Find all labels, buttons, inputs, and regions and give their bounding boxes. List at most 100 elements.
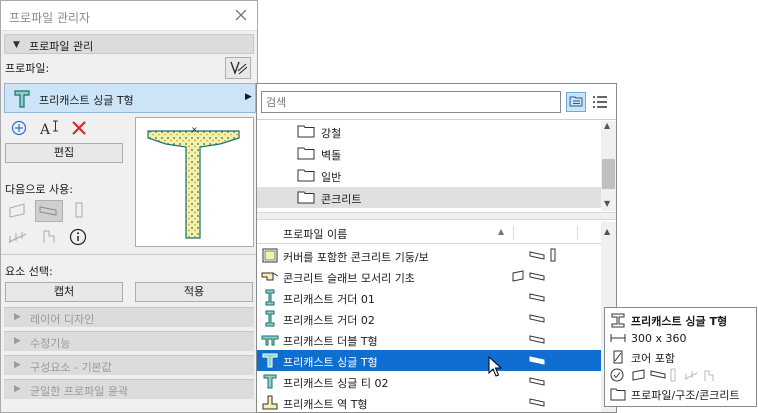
tooltip-size: 300 x 360 xyxy=(631,332,687,345)
folder-label: 콘크리트 xyxy=(321,193,362,206)
column-use-icon[interactable] xyxy=(73,201,85,219)
list-item-selected[interactable]: 프리캐스트 싱글 T형 xyxy=(257,350,601,371)
stair-use-icon[interactable] xyxy=(41,227,57,245)
profile-label: 프로파일: xyxy=(5,62,50,75)
section-uniform-contour[interactable]: ▶ 균일한 프로파일 윤곽 xyxy=(4,379,254,399)
tooltip-path: 프로파일/구조/콘크리트 xyxy=(631,389,740,402)
folder-view-toggle[interactable] xyxy=(566,92,586,112)
section-layer-design[interactable]: ▶ 레이어 디자인 xyxy=(4,307,254,327)
beam-use-icon xyxy=(650,370,666,379)
girder-icon xyxy=(265,310,275,327)
dimension-icon xyxy=(610,334,626,342)
list-item[interactable]: 프리캐스트 싱글 티 02 xyxy=(257,371,601,392)
folder-icon xyxy=(297,125,315,138)
chevron-right-icon: ▶ xyxy=(14,312,21,322)
beam-use-icon xyxy=(529,398,545,407)
section-label: 프로파일 관리 xyxy=(29,40,94,53)
add-profile-icon[interactable] xyxy=(11,120,27,136)
railing-use-icon xyxy=(684,371,698,380)
single-t-icon xyxy=(262,353,278,368)
list-item[interactable]: 프리캐스트 거더 01 xyxy=(257,287,601,308)
use-as-label: 다음으로 사용: xyxy=(5,183,73,196)
folder-item[interactable]: 벽돌 xyxy=(257,143,601,164)
column-divider xyxy=(577,226,578,240)
list-item-label: 프리캐스트 싱글 T형 xyxy=(283,356,378,369)
folder-label: 일반 xyxy=(321,171,342,184)
beam-use-icon xyxy=(529,356,545,365)
scroll-down-icon[interactable]: ▼ xyxy=(604,199,610,208)
beam-use-icon xyxy=(529,251,545,260)
railing-use-icon[interactable] xyxy=(7,228,29,246)
profile-manager-panel: 프로파일 관리자 ▼ 프로파일 관리 프로파일: 프리캐스트 싱글 T형 ▶ A… xyxy=(0,0,258,413)
list-header[interactable]: 프로파일 이름 ▲ xyxy=(257,222,601,244)
profile-tool-icon xyxy=(230,61,248,75)
girder-icon xyxy=(265,289,275,306)
column-use-icon xyxy=(670,368,676,382)
single-t-preview-icon: × xyxy=(147,125,240,239)
chevron-right-icon: ▶ xyxy=(245,92,252,102)
core-icon xyxy=(613,350,623,364)
list-item-label: 프리캐스트 더블 T형 xyxy=(283,335,378,348)
beam-use-icon xyxy=(39,206,57,216)
column-header-name: 프로파일 이름 xyxy=(283,228,348,241)
list-item[interactable]: 프리캐스트 거더 02 xyxy=(257,308,601,329)
folder-icon xyxy=(297,191,315,204)
section-label: 레이어 디자인 xyxy=(30,313,95,326)
folder-tree: 강철 벽돌 일반 콘크리트 ▲ ▼ xyxy=(257,121,616,211)
list-item-label: 커버를 포함한 콘크리트 기둥/보 xyxy=(283,251,429,264)
beam-use-toggle[interactable] xyxy=(35,200,63,222)
list-item-label: 프리캐스트 역 T형 xyxy=(283,398,368,411)
scroll-thumb[interactable] xyxy=(602,159,615,189)
splitter[interactable] xyxy=(257,212,616,220)
selected-profile-dropdown[interactable]: 프리캐스트 싱글 T형 ▶ xyxy=(4,83,256,113)
section-label: 구성요소 - 기본값 xyxy=(30,361,112,374)
folder-item-selected[interactable]: 콘크리트 xyxy=(257,187,601,208)
tooltip-title: 프리캐스트 싱글 T형 xyxy=(631,315,728,328)
delete-icon[interactable] xyxy=(71,120,87,136)
apply-button[interactable]: 적용 xyxy=(135,282,253,302)
beam-use-icon xyxy=(529,377,545,386)
edit-button[interactable]: 편집 xyxy=(5,143,123,163)
folder-icon xyxy=(610,388,626,401)
close-icon[interactable] xyxy=(233,7,249,23)
info-icon[interactable] xyxy=(69,228,87,246)
capture-button[interactable]: 캡처 xyxy=(5,282,123,302)
scroll-up-icon[interactable]: ▲ xyxy=(604,121,610,130)
list-item[interactable]: 콘크리트 슬래브 모서리 기초 xyxy=(257,266,601,287)
list-item-label: 프리캐스트 거더 02 xyxy=(283,314,375,327)
section-label: 균일한 프로파일 윤곽 xyxy=(30,385,129,398)
profile-browser-popup: 강철 벽돌 일반 콘크리트 ▲ ▼ 프로파일 이름 ▲ 커버를 포함한 콘크리트… xyxy=(256,83,617,413)
wall-use-icon xyxy=(632,369,645,381)
double-t-icon xyxy=(261,335,279,346)
folder-item[interactable]: 일반 xyxy=(257,165,601,186)
column-hatch-icon xyxy=(262,248,278,263)
folder-label: 강철 xyxy=(321,127,342,140)
column-divider xyxy=(513,226,514,240)
chevron-right-icon: ▶ xyxy=(14,384,21,394)
tree-scrollbar[interactable]: ▲ ▼ xyxy=(601,121,616,211)
wall-use-icon[interactable] xyxy=(7,201,29,219)
wall-use-icon xyxy=(512,270,524,282)
scroll-up-icon[interactable]: ▲ xyxy=(604,227,610,236)
chevron-down-icon: ▼ xyxy=(13,40,20,50)
profile-list: 커버를 포함한 콘크리트 기둥/보 콘크리트 슬래브 모서리 기초 프리캐스트 … xyxy=(257,245,601,413)
profile-tool-button[interactable] xyxy=(225,57,251,79)
list-item[interactable]: 프리캐스트 더블 T형 xyxy=(257,329,601,350)
list-item-label: 콘크리트 슬래브 모서리 기초 xyxy=(283,272,415,285)
list-item[interactable]: 프리캐스트 역 T형 xyxy=(257,392,601,413)
section-profile-manage[interactable]: ▼ 프로파일 관리 xyxy=(4,34,254,54)
section-label: 수정기능 xyxy=(30,337,71,350)
search-input[interactable] xyxy=(261,91,561,113)
sort-asc-icon[interactable]: ▲ xyxy=(498,227,504,236)
list-item[interactable]: 커버를 포함한 콘크리트 기둥/보 xyxy=(257,245,601,266)
inverted-t-icon xyxy=(262,395,278,410)
section-components-defaults[interactable]: ▶ 구성요소 - 기본값 xyxy=(4,355,254,375)
single-t-icon xyxy=(263,374,277,389)
section-modifiers[interactable]: ▶ 수정기능 xyxy=(4,331,254,351)
mouse-cursor-icon xyxy=(488,356,503,377)
list-view-icon[interactable] xyxy=(591,94,609,110)
chevron-right-icon: ▶ xyxy=(14,360,21,370)
rename-icon[interactable]: A xyxy=(39,119,61,137)
folder-item[interactable]: 강철 xyxy=(257,121,601,142)
profile-tooltip: 프리캐스트 싱글 T형 300 x 360 코어 포함 프로파일/구조/콘크리트 xyxy=(604,307,757,407)
